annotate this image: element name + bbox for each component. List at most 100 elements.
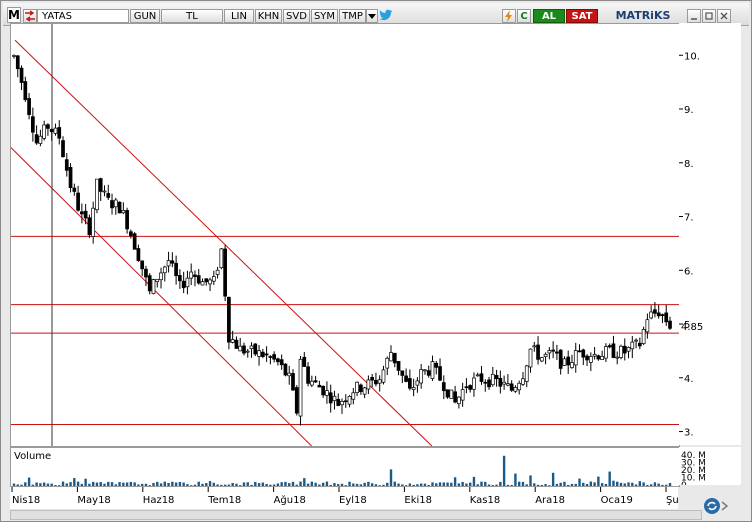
volume-bar xyxy=(208,481,212,486)
period-button[interactable]: GUN xyxy=(130,9,160,23)
volume-bar xyxy=(216,484,219,486)
volume-bar xyxy=(367,481,370,486)
dropdown-arrow-icon[interactable] xyxy=(366,9,378,23)
scale-button[interactable]: LIN xyxy=(224,9,254,23)
volume-bar xyxy=(401,484,404,486)
chart-scrollbar[interactable] xyxy=(10,510,702,520)
compare-arrows-icon[interactable] xyxy=(23,9,37,23)
volume-bar xyxy=(76,481,80,486)
candle-body xyxy=(38,135,43,144)
currency-button[interactable]: TL xyxy=(161,9,223,23)
volume-bar xyxy=(567,484,570,486)
candle-body xyxy=(144,268,148,278)
candle-body xyxy=(166,260,171,267)
candle-body xyxy=(68,167,73,188)
volume-bar xyxy=(386,482,389,486)
volume-bar xyxy=(631,482,634,486)
candle-body xyxy=(328,392,333,404)
volume-bar xyxy=(408,483,412,486)
candle-body xyxy=(626,346,631,352)
volume-bar xyxy=(536,484,540,486)
x-tick-label: Eyl18 xyxy=(339,495,367,506)
x-tick-label: Haz18 xyxy=(143,495,175,506)
candle-body xyxy=(200,281,205,286)
brand-logo: MATRiKS xyxy=(615,9,671,22)
candle-body xyxy=(336,399,341,406)
volume-bar xyxy=(582,482,585,486)
candle-body xyxy=(193,274,197,277)
svd-button[interactable]: SVD xyxy=(283,9,310,23)
candle-body xyxy=(298,358,303,417)
candle-body xyxy=(260,351,265,357)
candle-body xyxy=(528,348,533,368)
candle-body xyxy=(283,363,288,376)
volume-bar xyxy=(446,482,449,486)
volume-bar xyxy=(623,483,626,486)
price-chart-panel[interactable] xyxy=(10,23,680,447)
volume-bar xyxy=(525,484,528,486)
volume-bar xyxy=(24,482,27,486)
minimize-icon[interactable] xyxy=(687,9,701,23)
symbol-field[interactable]: YATAS xyxy=(37,9,129,23)
candle-body xyxy=(389,352,393,362)
sym-button[interactable]: SYM xyxy=(311,9,338,23)
volume-bar xyxy=(99,482,102,486)
candle-body xyxy=(607,345,612,348)
candle-body xyxy=(27,98,31,115)
candle-body xyxy=(656,312,661,317)
volume-bar xyxy=(337,484,340,486)
candle-body xyxy=(438,366,442,381)
close-icon[interactable] xyxy=(717,9,731,23)
refresh-button[interactable]: C xyxy=(517,9,531,23)
date-axis: Nis18 May18 Haz18 Tem18 Ağu18 Eyl18 Eki18 Kas18… xyxy=(10,487,698,509)
candle-body xyxy=(634,339,638,342)
volume-bar xyxy=(73,478,76,486)
candle-body xyxy=(215,269,220,275)
candle-body xyxy=(279,359,284,366)
volume-bar xyxy=(657,483,660,486)
chart-window: M YATAS GUN TL LIN KHN SVD SYM TMP C AL … xyxy=(0,0,752,522)
twitter-icon[interactable] xyxy=(379,9,393,23)
volume-bar xyxy=(46,483,50,486)
volume-bar xyxy=(288,483,291,486)
candle-body xyxy=(268,356,273,358)
volume-bar xyxy=(551,472,555,486)
volume-bar xyxy=(299,481,302,486)
candle-body xyxy=(374,379,378,385)
volume-bar xyxy=(597,476,600,486)
candle-body xyxy=(121,210,126,214)
volume-bar xyxy=(88,483,91,486)
candle-body xyxy=(42,124,47,139)
candle-body xyxy=(498,378,503,387)
lightning-icon[interactable] xyxy=(502,9,516,23)
candle-body xyxy=(204,278,209,283)
candle-body xyxy=(517,382,522,391)
volume-bar xyxy=(638,481,642,486)
candle-body xyxy=(87,217,92,236)
volume-bar xyxy=(174,482,178,486)
sell-button[interactable]: SAT xyxy=(566,9,598,23)
volume-bar xyxy=(201,483,204,486)
candle-body xyxy=(468,385,473,390)
restore-icon[interactable] xyxy=(702,9,716,23)
volume-bar xyxy=(20,484,23,486)
candle-body xyxy=(136,248,141,262)
channel-line-lower[interactable] xyxy=(10,147,312,447)
candle-body xyxy=(415,380,420,386)
candle-body xyxy=(404,375,408,382)
volume-bar xyxy=(419,483,423,486)
tmp-button[interactable]: TMP xyxy=(339,9,366,23)
buy-button[interactable]: AL xyxy=(533,9,565,23)
menu-m-icon[interactable]: M xyxy=(7,7,21,23)
volume-bar xyxy=(325,481,329,486)
volume-bar xyxy=(239,485,242,486)
candle-body xyxy=(302,356,307,367)
candle-body xyxy=(660,314,665,316)
khn-button[interactable]: KHN xyxy=(255,9,282,23)
price-chart[interactable] xyxy=(10,24,679,447)
volume-bar xyxy=(619,482,623,486)
candle-body xyxy=(539,357,544,362)
settings-logo-icon[interactable] xyxy=(702,496,736,516)
candle-body xyxy=(49,129,54,133)
volume-bar xyxy=(189,485,193,486)
